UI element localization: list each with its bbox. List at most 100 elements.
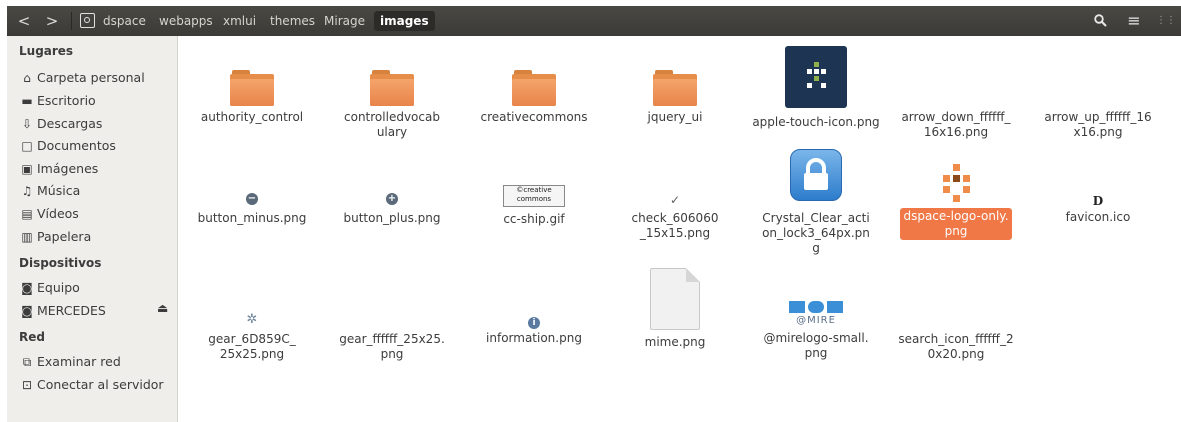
sidebar-item-label: Descargas bbox=[37, 116, 103, 131]
sidebar-item-label: Conectar al servidor bbox=[37, 377, 164, 392]
sidebar-item-label: Carpeta personal bbox=[37, 70, 145, 85]
sidebar-item-trash[interactable]: ▥ Papelera bbox=[19, 227, 91, 247]
header-bar: < > dspace webapps xmlui themes Mirage i… bbox=[7, 6, 1181, 36]
chevron-left-icon: < bbox=[17, 12, 31, 30]
sidebar-item-browse-network[interactable]: ⧉ Examinar red bbox=[19, 352, 121, 372]
file-name: creativecommons bbox=[480, 110, 588, 124]
file-name: gear_6D859C_25x25.png bbox=[208, 332, 296, 361]
file-name: Crystal_Clear_action_lock3_64px.png bbox=[762, 211, 870, 255]
drive-icon: ◙ bbox=[21, 281, 33, 295]
breadcrumb-images[interactable]: images bbox=[374, 11, 435, 31]
file-name: information.png bbox=[486, 331, 582, 345]
sidebar-item-pictures[interactable]: ▣ Imágenes bbox=[19, 159, 98, 179]
gear-icon: ✲ bbox=[246, 312, 258, 327]
search-button[interactable] bbox=[1087, 10, 1113, 32]
folder-icon bbox=[370, 70, 414, 106]
generic-file-icon bbox=[650, 268, 700, 330]
file-item[interactable]: authority_control bbox=[186, 70, 318, 125]
file-name: @mirelogo-small.png bbox=[763, 331, 869, 360]
sidebar-item-label: Examinar red bbox=[37, 354, 121, 369]
file-item[interactable]: i information.png bbox=[468, 317, 600, 346]
lock-icon bbox=[790, 149, 842, 201]
file-item[interactable]: Crystal_Clear_action_lock3_64px.png bbox=[750, 149, 882, 256]
camera-icon: ▣ bbox=[21, 162, 33, 176]
file-item[interactable]: ✓ check_606060_15x15.png bbox=[609, 194, 741, 241]
file-name: authority_control bbox=[200, 110, 304, 124]
file-item[interactable]: apple-touch-icon.png bbox=[750, 46, 882, 130]
sidebar: Lugares ⌂ Carpeta personal ▬ Escritorio ⇩ D… bbox=[7, 36, 178, 422]
file-name: gear_ffffff_25x25.png bbox=[339, 332, 445, 361]
sidebar-item-music[interactable]: ♫ Música bbox=[19, 181, 81, 201]
hamburger-icon: ≡ bbox=[1127, 11, 1141, 30]
sidebar-item-label: Imágenes bbox=[37, 161, 99, 176]
search-icon bbox=[1093, 14, 1107, 27]
server-icon: ⊡ bbox=[21, 378, 33, 392]
creative-commons-badge: ©creative commons bbox=[503, 185, 565, 207]
favicon-thumbnail: D bbox=[1092, 194, 1104, 208]
document-icon: □ bbox=[21, 139, 33, 153]
file-name: check_606060_15x15.png bbox=[631, 211, 719, 240]
sidebar-item-connect-server[interactable]: ⊡ Conectar al servidor bbox=[19, 375, 164, 395]
sidebar-item-mercedes[interactable]: ◙ MERCEDES bbox=[19, 301, 106, 321]
file-item[interactable]: ✲ gear_6D859C_25x25.png bbox=[186, 313, 318, 362]
dspace-logo-thumbnail bbox=[785, 46, 847, 108]
file-item[interactable]: − button_minus.png bbox=[186, 193, 318, 226]
sidebar-item-computer[interactable]: ◙ Equipo bbox=[19, 278, 80, 298]
folder-icon bbox=[512, 70, 556, 106]
grid-icon: ⋮⋮ bbox=[1156, 15, 1176, 26]
file-name: search_icon_ffffff_20x20.png bbox=[898, 332, 1014, 361]
breadcrumb-webapps[interactable]: webapps bbox=[155, 11, 217, 31]
sidebar-item-label: Escritorio bbox=[37, 93, 96, 108]
menu-button[interactable]: ≡ bbox=[1121, 10, 1147, 32]
file-item[interactable]: search_icon_ffffff_20x20.png bbox=[890, 332, 1022, 362]
file-name: apple-touch-icon.png bbox=[752, 115, 880, 129]
sidebar-item-label: Equipo bbox=[37, 280, 80, 295]
sidebar-item-label: MERCEDES bbox=[37, 303, 106, 318]
forward-button[interactable]: > bbox=[39, 10, 65, 32]
file-item[interactable]: mime.png bbox=[609, 268, 741, 350]
file-grid: authority_control controlledvocabulary c… bbox=[178, 36, 1181, 422]
file-item[interactable]: @MIRE @mirelogo-small.png bbox=[750, 301, 882, 361]
file-item[interactable]: arrow_down_ffffff_16x16.png bbox=[890, 110, 1022, 140]
sidebar-item-label: Música bbox=[37, 183, 81, 198]
eject-icon[interactable]: ⏏ bbox=[157, 301, 168, 315]
file-item[interactable]: controlledvocabulary bbox=[326, 70, 458, 140]
desktop-icon: ▬ bbox=[21, 94, 33, 108]
sidebar-item-downloads[interactable]: ⇩ Descargas bbox=[19, 114, 102, 134]
view-grid-button[interactable]: ⋮⋮ bbox=[1153, 10, 1179, 32]
file-item[interactable]: + button_plus.png bbox=[326, 193, 458, 226]
film-icon: ▤ bbox=[21, 207, 33, 221]
file-item[interactable]: dspace-logo-only.png bbox=[890, 164, 1022, 240]
drive-icon[interactable] bbox=[80, 13, 95, 28]
sidebar-item-home[interactable]: ⌂ Carpeta personal bbox=[19, 68, 145, 88]
mire-logo-thumbnail: @MIRE bbox=[787, 301, 845, 329]
file-name: mime.png bbox=[644, 335, 706, 349]
sidebar-item-documents[interactable]: □ Documentos bbox=[19, 136, 116, 156]
sidebar-item-label: Papelera bbox=[37, 229, 92, 244]
file-item[interactable]: D favicon.ico bbox=[1032, 194, 1164, 225]
sidebar-item-label: Vídeos bbox=[37, 206, 79, 221]
dspace-logo-thumbnail bbox=[936, 164, 976, 204]
file-name: arrow_down_ffffff_16x16.png bbox=[901, 110, 1011, 139]
minus-icon: − bbox=[246, 193, 258, 205]
file-name: favicon.ico bbox=[1065, 210, 1131, 224]
sidebar-heading-red: Red bbox=[19, 330, 45, 344]
file-item[interactable]: creativecommons bbox=[468, 70, 600, 125]
back-button[interactable]: < bbox=[11, 10, 37, 32]
file-name: jquery_ui bbox=[647, 110, 703, 124]
file-item[interactable]: arrow_up_ffffff_16x16.png bbox=[1032, 110, 1164, 140]
sidebar-item-desktop[interactable]: ▬ Escritorio bbox=[19, 91, 96, 111]
breadcrumb-dspace[interactable]: dspace bbox=[99, 11, 150, 31]
trash-icon: ▥ bbox=[21, 230, 33, 244]
breadcrumb-themes[interactable]: themes bbox=[266, 11, 319, 31]
folder-icon bbox=[230, 70, 274, 106]
sidebar-item-videos[interactable]: ▤ Vídeos bbox=[19, 204, 79, 224]
file-item[interactable]: jquery_ui bbox=[609, 70, 741, 125]
breadcrumb-xmlui[interactable]: xmlui bbox=[219, 11, 260, 31]
file-item[interactable]: ©creative commons cc-ship.gif bbox=[468, 185, 600, 227]
file-item[interactable]: gear_ffffff_25x25.png bbox=[326, 332, 458, 362]
breadcrumb-mirage[interactable]: Mirage bbox=[320, 11, 369, 31]
music-icon: ♫ bbox=[21, 184, 33, 198]
info-icon: i bbox=[528, 317, 540, 329]
file-name: button_minus.png bbox=[197, 211, 307, 225]
